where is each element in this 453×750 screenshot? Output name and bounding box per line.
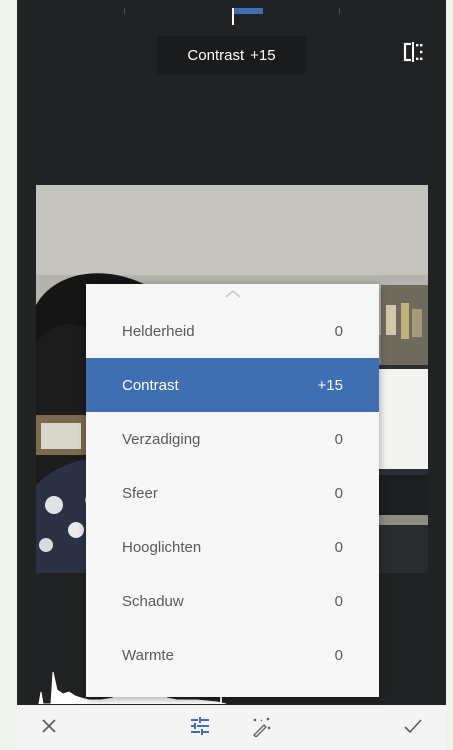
- adjustment-slider[interactable]: [17, 0, 446, 25]
- slider-tick: [339, 8, 340, 14]
- compare-icon: [402, 41, 424, 67]
- menu-item-warmte[interactable]: Warmte 0: [86, 628, 379, 682]
- menu-item-sfeer[interactable]: Sfeer 0: [86, 466, 379, 520]
- menu-item-label: Hooglichten: [122, 538, 202, 556]
- menu-item-label: Schaduw: [122, 592, 184, 610]
- close-icon: [41, 718, 57, 739]
- menu-item-value: 0: [334, 646, 343, 664]
- menu-item-label: Warmte: [122, 646, 174, 664]
- adjustment-value: +15: [250, 46, 276, 64]
- check-icon: [403, 718, 423, 739]
- menu-item-value: +15: [317, 376, 343, 394]
- menu-item-value: 0: [334, 538, 343, 556]
- menu-item-hooglichten[interactable]: Hooglichten 0: [86, 520, 379, 574]
- app-frame: Contrast +15 Helderheid 0 Contrast +15 V…: [0, 0, 453, 750]
- slider-center-marker: [232, 8, 234, 25]
- menu-item-value: 0: [334, 484, 343, 502]
- menu-item-label: Helderheid: [122, 322, 195, 340]
- menu-item-label: Verzadiging: [122, 430, 201, 448]
- tune-button[interactable]: [185, 713, 215, 743]
- adjustment-name: Contrast: [187, 46, 245, 64]
- editor-screen: Contrast +15 Helderheid 0 Contrast +15 V…: [17, 0, 446, 750]
- bottom-toolbar: [17, 705, 446, 750]
- slider-tick: [124, 8, 125, 14]
- adjustment-value-pill: Contrast +15: [157, 36, 306, 74]
- auto-adjust-button[interactable]: [247, 713, 277, 743]
- menu-item-verzadiging[interactable]: Verzadiging 0: [86, 412, 379, 466]
- compare-button[interactable]: [401, 41, 425, 67]
- menu-item-schaduw[interactable]: Schaduw 0: [86, 574, 379, 628]
- menu-item-value: 0: [334, 592, 343, 610]
- sliders-icon: [190, 716, 210, 740]
- cancel-button[interactable]: [34, 713, 64, 743]
- collapse-menu-caret[interactable]: [86, 284, 379, 304]
- menu-item-value: 0: [334, 430, 343, 448]
- chevron-up-icon: [225, 285, 241, 303]
- menu-item-value: 0: [334, 322, 343, 340]
- slider-fill: [233, 8, 263, 14]
- apply-button[interactable]: [398, 713, 428, 743]
- menu-item-helderheid[interactable]: Helderheid 0: [86, 304, 379, 358]
- menu-item-label: Sfeer: [122, 484, 158, 502]
- menu-item-label: Contrast: [122, 376, 179, 394]
- menu-item-contrast[interactable]: Contrast +15: [86, 358, 379, 412]
- magic-wand-icon: [251, 715, 273, 742]
- adjustment-menu: Helderheid 0 Contrast +15 Verzadiging 0 Sfeer 0…: [86, 284, 379, 697]
